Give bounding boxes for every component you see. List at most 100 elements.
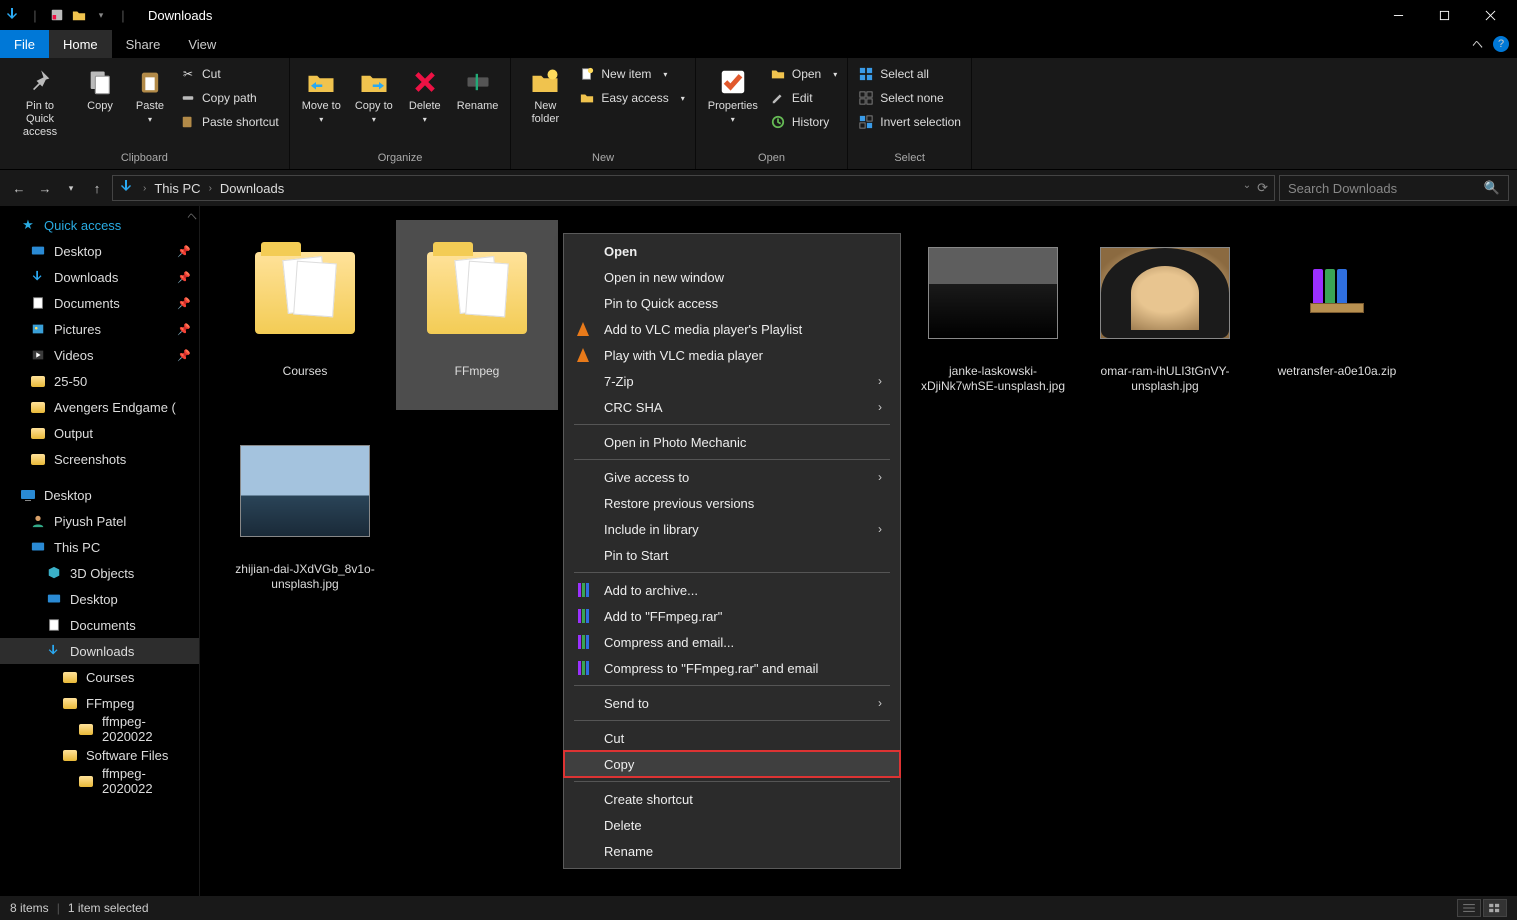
invert-selection-button[interactable]: Invert selection: [854, 110, 965, 134]
select-none-button[interactable]: Select none: [854, 86, 965, 110]
tab-file[interactable]: File: [0, 30, 49, 58]
rename-button[interactable]: Rename: [451, 62, 505, 113]
details-view-toggle[interactable]: [1457, 899, 1481, 917]
properties-icon[interactable]: [48, 6, 66, 24]
delete-button[interactable]: Delete▾: [401, 62, 449, 124]
sidebar-item[interactable]: Software Files: [0, 742, 199, 768]
chevron-right-icon[interactable]: ›: [143, 183, 146, 194]
file-item-folder-selected[interactable]: FFmpeg: [396, 220, 558, 410]
context-menu-item[interactable]: Add to VLC media player's Playlist: [564, 316, 900, 342]
context-menu-item[interactable]: Add to archive...: [564, 577, 900, 603]
file-item-image[interactable]: omar-ram-ihULI3tGnVY-unsplash.jpg: [1084, 220, 1246, 410]
tab-share[interactable]: Share: [112, 30, 175, 58]
breadcrumb-part[interactable]: Downloads: [220, 181, 284, 196]
pin-to-quick-access-button[interactable]: Pin to Quick access: [6, 62, 74, 140]
context-menu-item[interactable]: Create shortcut: [564, 786, 900, 812]
copy-button[interactable]: Copy: [76, 62, 124, 113]
context-menu-item[interactable]: 7-Zip›: [564, 368, 900, 394]
sidebar-item[interactable]: Downloads📌: [0, 264, 199, 290]
context-menu-item[interactable]: Delete: [564, 812, 900, 838]
context-menu-item[interactable]: Compress to "FFmpeg.rar" and email: [564, 655, 900, 681]
recent-dropdown[interactable]: ▾: [60, 177, 82, 199]
cut-button[interactable]: ✂Cut: [176, 62, 283, 86]
refresh-icon[interactable]: ⟳: [1257, 180, 1268, 196]
file-item-folder[interactable]: Courses: [224, 220, 386, 410]
context-menu-item[interactable]: Pin to Start: [564, 542, 900, 568]
close-button[interactable]: [1467, 0, 1513, 30]
context-menu-item[interactable]: Rename: [564, 838, 900, 864]
forward-button[interactable]: →: [34, 177, 56, 199]
sidebar-item[interactable]: Screenshots: [0, 446, 199, 472]
edit-button[interactable]: Edit: [766, 86, 841, 110]
properties-button[interactable]: Properties▾: [702, 62, 764, 124]
context-menu-item[interactable]: Give access to›: [564, 464, 900, 490]
new-item-button[interactable]: New item▾: [575, 62, 688, 86]
sidebar-quick-access[interactable]: ★ Quick access: [0, 212, 199, 238]
sidebar-item[interactable]: FFmpeg: [0, 690, 199, 716]
back-button[interactable]: ←: [8, 177, 30, 199]
move-to-button[interactable]: Move to▾: [296, 62, 347, 124]
chevron-right-icon[interactable]: ›: [209, 183, 212, 194]
paste-shortcut-button[interactable]: Paste shortcut: [176, 110, 283, 134]
folder-icon[interactable]: [70, 6, 88, 24]
new-folder-button[interactable]: New folder: [517, 62, 573, 126]
file-item-image[interactable]: janke-laskowski-xDjiNk7whSE-unsplash.jpg: [912, 220, 1074, 410]
help-icon[interactable]: ?: [1493, 36, 1509, 52]
sidebar-item[interactable]: Avengers Endgame (: [0, 394, 199, 420]
context-menu-item[interactable]: Open in Photo Mechanic: [564, 429, 900, 455]
maximize-button[interactable]: [1421, 0, 1467, 30]
context-menu-item[interactable]: Copy: [564, 751, 900, 777]
tab-home[interactable]: Home: [49, 30, 112, 58]
context-menu-item[interactable]: Send to›: [564, 690, 900, 716]
sidebar-item[interactable]: Videos📌: [0, 342, 199, 368]
scroll-up-icon[interactable]: ヘ: [187, 208, 197, 223]
ribbon-collapse-icon[interactable]: ヘ: [1472, 36, 1483, 52]
sidebar-item[interactable]: Desktop📌: [0, 238, 199, 264]
up-button[interactable]: ↑: [86, 177, 108, 199]
context-menu-item[interactable]: CRC SHA›: [564, 394, 900, 420]
context-menu-item[interactable]: Open: [564, 238, 900, 264]
context-menu-item[interactable]: Pin to Quick access: [564, 290, 900, 316]
file-item-image[interactable]: zhijian-dai-JXdVGb_8v1o-unsplash.jpg: [224, 418, 386, 608]
sidebar-item[interactable]: 25-50: [0, 368, 199, 394]
sidebar-this-pc[interactable]: This PC: [0, 534, 199, 560]
sidebar-item[interactable]: 3D Objects: [0, 560, 199, 586]
address-dropdown-icon[interactable]: ⌄: [1243, 180, 1251, 196]
copy-to-button[interactable]: Copy to▾: [349, 62, 399, 124]
sidebar-item[interactable]: ffmpeg-2020022: [0, 768, 199, 794]
paste-button[interactable]: Paste ▾: [126, 62, 174, 124]
context-menu-label: Delete: [604, 818, 642, 833]
context-menu-item[interactable]: Cut: [564, 725, 900, 751]
sidebar-item[interactable]: Desktop: [0, 586, 199, 612]
context-menu-item[interactable]: Compress and email...: [564, 629, 900, 655]
copy-path-button[interactable]: Copy path: [176, 86, 283, 110]
sidebar-desktop[interactable]: Desktop: [0, 482, 199, 508]
context-menu-item[interactable]: Restore previous versions: [564, 490, 900, 516]
history-button[interactable]: History: [766, 110, 841, 134]
address-bar[interactable]: › This PC › Downloads ⌄ ⟳: [112, 175, 1275, 201]
sidebar-item[interactable]: Pictures📌: [0, 316, 199, 342]
context-menu-item[interactable]: Add to "FFmpeg.rar": [564, 603, 900, 629]
sidebar-item[interactable]: Documents: [0, 612, 199, 638]
sidebar-user[interactable]: Piyush Patel: [0, 508, 199, 534]
sidebar-item[interactable]: ffmpeg-2020022: [0, 716, 199, 742]
open-button[interactable]: Open▾: [766, 62, 841, 86]
select-all-button[interactable]: Select all: [854, 62, 965, 86]
context-menu-item[interactable]: Include in library›: [564, 516, 900, 542]
sidebar-item[interactable]: Documents📌: [0, 290, 199, 316]
tab-view[interactable]: View: [174, 30, 230, 58]
search-box[interactable]: Search Downloads 🔍: [1279, 175, 1509, 201]
sidebar-item[interactable]: Output: [0, 420, 199, 446]
breadcrumb-part[interactable]: This PC: [154, 181, 200, 196]
downloads-icon[interactable]: [4, 6, 22, 24]
minimize-button[interactable]: [1375, 0, 1421, 30]
context-menu-item[interactable]: Play with VLC media player: [564, 342, 900, 368]
sidebar-item[interactable]: Courses: [0, 664, 199, 690]
qa-dropdown-icon[interactable]: ▾: [92, 6, 110, 24]
easy-access-button[interactable]: Easy access▾: [575, 86, 688, 110]
sidebar-item[interactable]: Downloads: [0, 638, 199, 664]
file-item-archive[interactable]: wetransfer-a0e10a.zip: [1256, 220, 1418, 410]
context-menu-item[interactable]: Open in new window: [564, 264, 900, 290]
icons-view-toggle[interactable]: [1483, 899, 1507, 917]
sidebar-scrollbar[interactable]: ヘ: [183, 206, 199, 896]
